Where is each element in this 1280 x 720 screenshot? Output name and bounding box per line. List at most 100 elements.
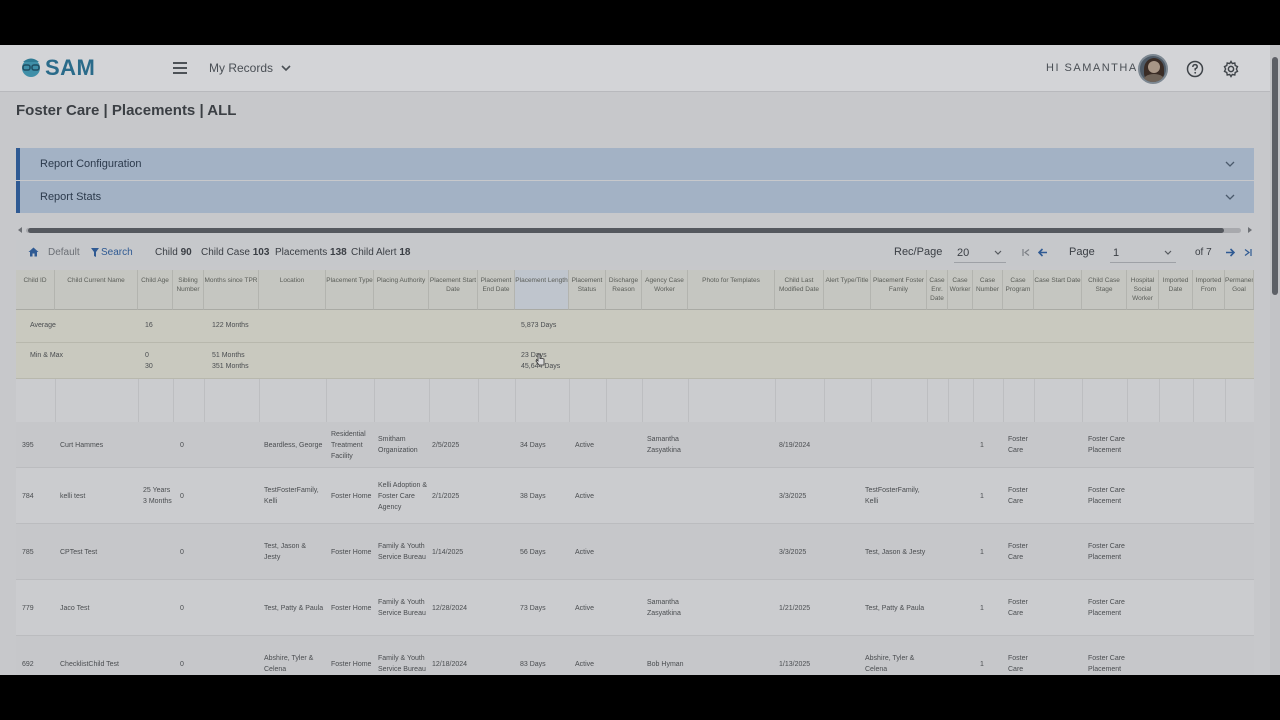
prev-page-icon[interactable]	[1038, 248, 1048, 257]
sibling-number-text: 0	[180, 548, 184, 556]
placement-foster-family: Test, Jason & Jesty	[865, 524, 927, 580]
placement-foster-family	[865, 422, 927, 468]
table-row[interactable]: 785 CPTest Test 0 Test, Jason & Jesty Foster…	[16, 524, 1254, 580]
child-last-modified-date: 3/3/2025	[779, 524, 823, 580]
child-case-stage: Foster Care Placement	[1088, 422, 1126, 468]
placement-type-text: Foster Home	[331, 660, 372, 668]
column-header[interactable]: Child Last Modified Date	[775, 270, 824, 310]
case-program-text: Foster Care	[1008, 436, 1028, 454]
placement-foster-family-text: Test, Jason & Jesty	[865, 548, 926, 556]
placement-start-date-text: 2/1/2025	[432, 492, 460, 500]
column-header[interactable]: Case Start Date	[1034, 270, 1082, 310]
child-name-text: CPTest Test	[60, 548, 98, 556]
column-header[interactable]: Placement Start Date	[429, 270, 478, 310]
sam-logo[interactable]: SAM	[20, 55, 95, 81]
placement-type-text: Foster Home	[331, 548, 372, 556]
child-last-modified-date-text: 3/3/2025	[779, 492, 807, 500]
column-header[interactable]: Alert Type/Title	[824, 270, 871, 310]
placement-status: Active	[575, 422, 605, 468]
column-header[interactable]: Placement Foster Family	[871, 270, 927, 310]
hamburger-menu-icon[interactable]	[173, 62, 187, 74]
column-header[interactable]: Sibling Number	[173, 270, 204, 310]
column-header[interactable]: Placing Authority	[374, 270, 429, 310]
summary-placement-length: 23 Days 45,644 Days	[521, 352, 561, 370]
report-configuration-panel[interactable]: Report Configuration	[16, 148, 1254, 180]
first-page-icon[interactable]	[1022, 249, 1030, 256]
child-name: ChecklistChild Test	[60, 636, 135, 675]
my-records-dropdown[interactable]: My Records	[209, 61, 291, 75]
child-id-text: 785	[22, 548, 34, 556]
horizontal-scrollbar[interactable]	[16, 225, 1254, 235]
summary-months-tpr: 122 Months	[212, 322, 249, 329]
chevron-down-icon	[1225, 161, 1235, 167]
report-stats-panel[interactable]: Report Stats	[16, 181, 1254, 213]
column-header[interactable]: Case Number	[973, 270, 1003, 310]
child-id-text: 784	[22, 492, 34, 500]
column-header[interactable]: Placement Length	[515, 270, 569, 310]
scroll-left-icon[interactable]	[16, 226, 24, 234]
placing-authority: Family & Youth Service Bureau	[378, 580, 428, 636]
column-header[interactable]: Photo for Templates	[688, 270, 775, 310]
column-header[interactable]: Permanency Goal	[1225, 270, 1254, 310]
table-row[interactable]: 784 kelli test 25 Years 3 Months 0 TestFoste…	[16, 468, 1254, 524]
my-records-label: My Records	[209, 61, 274, 75]
sibling-number-text: 0	[180, 604, 184, 612]
table-row[interactable]: 779 Jaco Test 0 Test, Patty & Paula Foster H…	[16, 580, 1254, 636]
column-header[interactable]: Hospital Social Worker	[1127, 270, 1159, 310]
column-header[interactable]: Imported From	[1193, 270, 1225, 310]
page-select[interactable]: 1	[1110, 243, 1176, 263]
rec-per-page-select[interactable]: 20	[954, 243, 1006, 263]
last-page-icon[interactable]	[1244, 249, 1252, 256]
column-header[interactable]: Agency Case Worker	[642, 270, 688, 310]
placement-foster-family-text: TestFosterFamily, Kelli	[865, 487, 920, 505]
placement-type: Foster Home	[331, 468, 373, 524]
column-header[interactable]: Placement Type	[326, 270, 374, 310]
home-icon[interactable]	[28, 247, 39, 257]
table-row[interactable]: 692 ChecklistChild Test 0 Abshire, Tyler & …	[16, 636, 1254, 675]
user-avatar[interactable]	[1138, 54, 1168, 84]
placement-start-date: 12/28/2024	[432, 580, 477, 636]
child-age	[143, 580, 173, 636]
vertical-scroll-thumb[interactable]	[1272, 57, 1278, 295]
placement-status-text: Active	[575, 660, 595, 668]
filter-icon[interactable]	[91, 248, 99, 257]
gear-icon[interactable]	[1222, 60, 1240, 78]
scroll-right-icon[interactable]	[1246, 226, 1254, 234]
case-program: Foster Care	[1008, 422, 1032, 468]
column-header[interactable]: Placement End Date	[478, 270, 515, 310]
child-name-text: kelli test	[60, 492, 86, 500]
summary-child-age: 0 30	[145, 352, 153, 370]
child-name: Jaco Test	[60, 580, 135, 636]
default-view-label[interactable]: Default	[48, 247, 80, 258]
table-row[interactable]: 395 Curt Hammes 0 Beardless, George Resident…	[16, 422, 1254, 468]
column-header[interactable]: Case Enr. Date	[927, 270, 948, 310]
column-header[interactable]: Placement Status	[569, 270, 606, 310]
column-header[interactable]: Discharge Reason	[606, 270, 642, 310]
placing-authority: Kelli Adoption & Foster Care Agency	[378, 468, 428, 524]
sibling-number: 0	[180, 468, 200, 524]
case-number-text: 1	[980, 441, 984, 449]
vertical-scrollbar[interactable]	[1270, 45, 1280, 675]
column-header[interactable]: Child ID	[16, 270, 55, 310]
logo-mascot-icon	[22, 58, 40, 77]
column-header[interactable]: Child Age	[138, 270, 173, 310]
placement-status-text: Active	[575, 492, 595, 500]
child-case-stage-text: Foster Care Placement	[1088, 436, 1125, 454]
page-value: 1	[1113, 247, 1120, 259]
help-icon[interactable]	[1186, 60, 1204, 78]
placement-foster-family: TestFosterFamily, Kelli	[865, 468, 927, 524]
horizontal-scroll-thumb[interactable]	[28, 228, 1224, 233]
column-header[interactable]: Location	[259, 270, 326, 310]
column-header[interactable]: Child Case Stage	[1082, 270, 1127, 310]
column-header[interactable]: Case Program	[1003, 270, 1034, 310]
column-header[interactable]: Child Current Name	[55, 270, 138, 310]
placing-authority-text: Kelli Adoption & Foster Care Agency	[378, 481, 428, 511]
placement-start-date-text: 1/14/2025	[432, 548, 464, 556]
column-header[interactable]: Months since TPR	[204, 270, 259, 310]
column-header[interactable]: Case Worker	[948, 270, 973, 310]
search-link[interactable]: Search	[101, 247, 133, 258]
column-header[interactable]: Imported Date	[1159, 270, 1193, 310]
next-page-icon[interactable]	[1225, 248, 1235, 257]
placement-type: Foster Home	[331, 524, 373, 580]
agency-case-worker-text: Samantha Zasyatkina	[647, 436, 681, 454]
